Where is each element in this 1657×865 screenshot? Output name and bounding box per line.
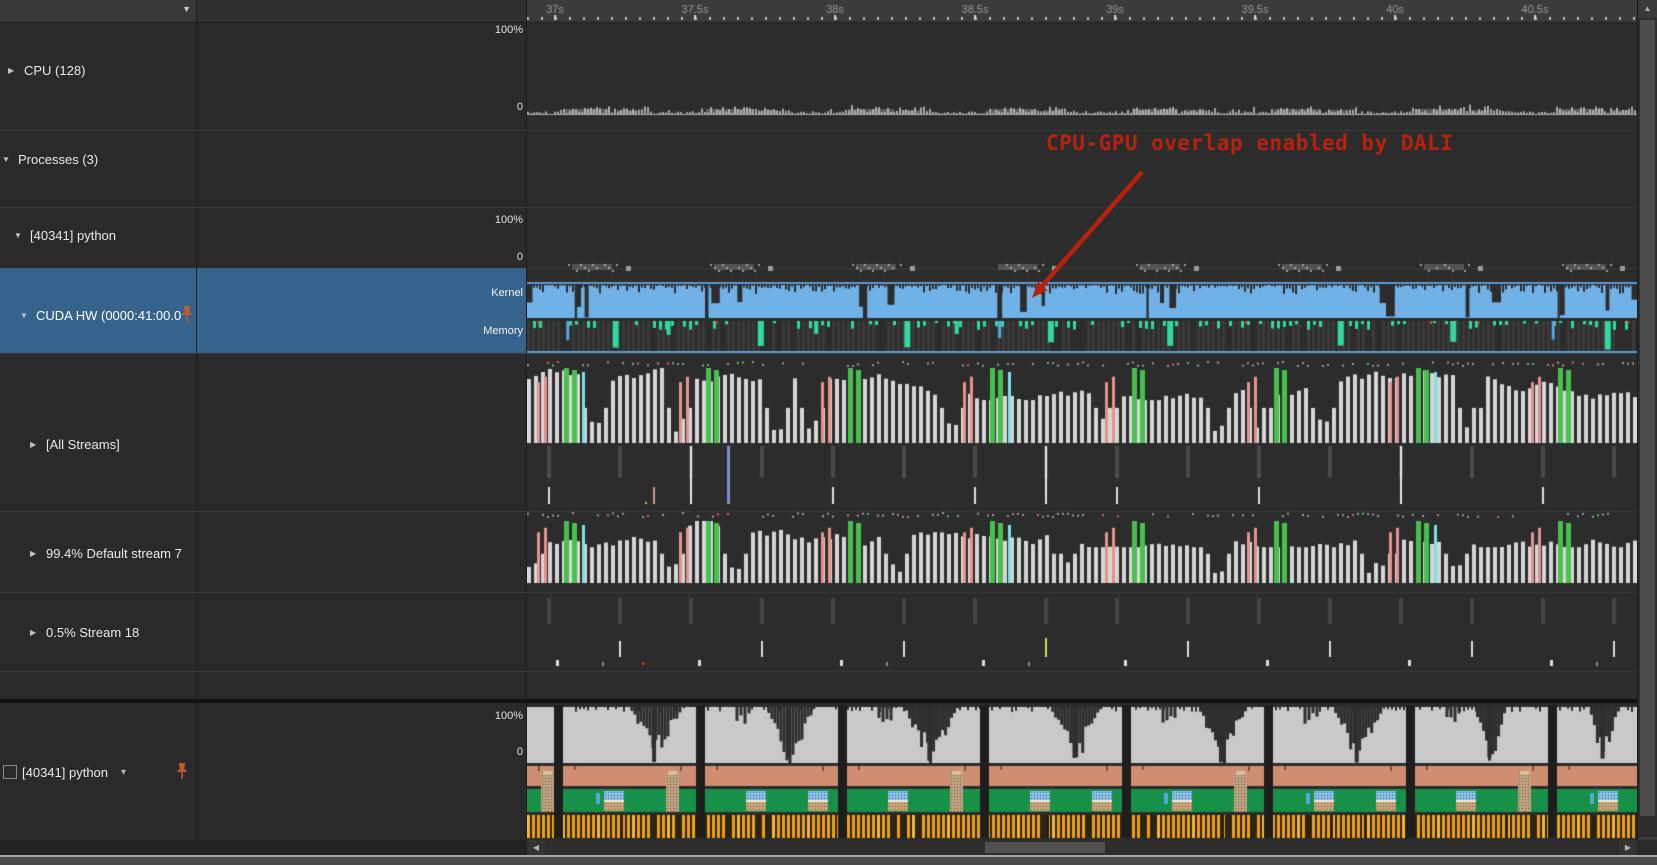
pinned-row-label: [40341] python [22,765,108,780]
sidebar-item-label: Processes (3) [18,152,98,167]
horizontal-scroll-thumb[interactable] [985,842,1105,853]
sidebar-item-label: 0.5% Stream 18 [46,625,139,640]
sidebar-item-label: [40341] python [30,228,116,243]
annotation-text: CPU-GPU overlap enabled by DALI [1046,131,1453,155]
expand-collapsed-icon[interactable]: ▶ [30,628,39,637]
vertical-scroll-thumb[interactable] [1640,20,1655,816]
sidebar-item-all-streams[interactable]: ▶ [All Streams] [30,436,120,452]
scale-label-cpu-min: 0 [423,101,523,114]
tree-header: ▼ [0,0,197,23]
sidebar-item-label: [All Streams] [46,437,120,452]
scroll-right-button[interactable]: ▶ [1619,840,1637,855]
row-divider [0,353,527,354]
horizontal-scrollbar[interactable]: ◀ ▶ [527,840,1637,855]
row-divider [0,130,527,131]
band-label-kernel: Kernel [423,287,523,300]
scale-label-pinned-min: 0 [423,746,523,759]
timeline-canvas[interactable] [527,0,1637,840]
sidebar-item-label: CPU (128) [24,63,85,78]
sidebar-item-label: CUDA HW (0000:41:00.0 [36,308,181,323]
bottom-left-filler [0,840,527,855]
expand-expanded-icon[interactable]: ▼ [14,231,23,240]
band-label-memory: Memory [423,325,523,338]
expand-collapsed-icon[interactable]: ▶ [30,440,39,449]
scale-label-pinned-max: 100% [423,710,523,723]
expand-expanded-icon[interactable]: ▼ [20,311,29,320]
scroll-left-button[interactable]: ◀ [527,840,545,855]
profiler-window: ▼ ▶ CPU (128) ▼ Processes (3) ▼ [40341] … [0,0,1657,865]
row-divider [0,511,527,512]
sidebar-item-label: 99.4% Default stream 7 [46,546,182,561]
scale-label-python-max: 100% [423,214,523,227]
scroll-up-button[interactable]: ▲ [1638,0,1657,18]
pinned-section-separator [0,699,1657,703]
panel-divider [196,0,197,840]
scale-label-python-min: 0 [423,251,523,264]
sidebar-item-cpu[interactable]: ▶ CPU (128) [8,62,85,78]
scrollbar-corner [1637,840,1657,855]
pin-icon[interactable] [181,306,193,322]
pinned-row-python[interactable]: [40341] python ▾ [22,764,126,780]
chevron-down-icon[interactable]: ▾ [121,767,126,778]
pin-icon[interactable] [176,763,188,779]
sidebar-item-python[interactable]: ▼ [40341] python [14,227,116,243]
row-divider [0,671,527,672]
annotation-arrow [1020,158,1170,308]
panel-divider [526,0,527,840]
expand-collapsed-icon[interactable]: ▶ [8,66,17,75]
sidebar-item-default-stream-7[interactable]: ▶ 99.4% Default stream 7 [30,545,182,561]
sidebar-item-stream-18[interactable]: ▶ 0.5% Stream 18 [30,624,139,640]
scale-label-cpu-max: 100% [423,24,523,37]
row-divider [0,207,527,208]
expand-expanded-icon[interactable]: ▼ [2,155,11,164]
pinned-row-checkbox[interactable] [3,765,17,779]
expand-collapsed-icon[interactable]: ▶ [30,549,39,558]
sidebar-item-processes[interactable]: ▼ Processes (3) [2,151,98,167]
chevron-down-icon[interactable]: ▼ [182,4,191,14]
sidebar-item-cuda-hw[interactable]: ▼ CUDA HW (0000:41:00.0 [20,307,181,323]
window-edge [0,857,1657,865]
vertical-scrollbar[interactable]: ▲ ▼ [1637,0,1657,855]
values-header [197,0,527,23]
row-divider [0,592,527,593]
